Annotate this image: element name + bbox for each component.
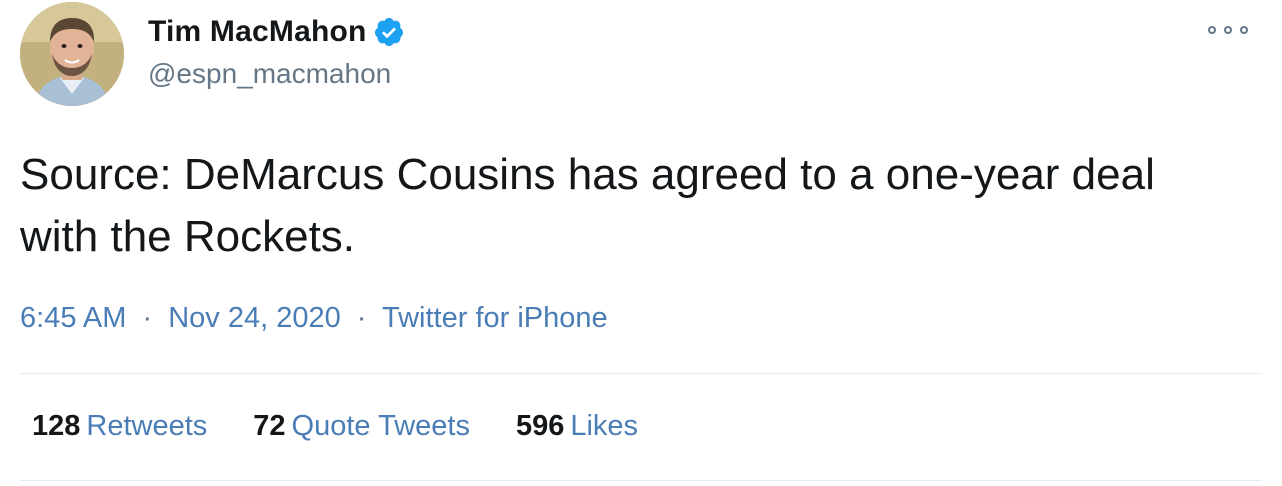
author-avatar[interactable]: [20, 2, 124, 106]
author-handle[interactable]: @espn_macmahon: [148, 58, 391, 90]
tweet-meta: 6:45 AM · Nov 24, 2020 · Twitter for iPh…: [20, 302, 608, 335]
verified-badge-icon: [374, 18, 403, 46]
more-dot: [1208, 26, 1216, 34]
more-dot: [1224, 26, 1232, 34]
meta-separator: ·: [142, 302, 153, 334]
author-display-name[interactable]: Tim MacMahon: [148, 15, 367, 49]
author-name-row[interactable]: Tim MacMahon: [148, 12, 405, 52]
tweet-text: Source: DeMarcus Cousins has agreed to a…: [20, 150, 1155, 261]
quote-tweets-stat[interactable]: 72 Quote Tweets: [253, 410, 470, 443]
tweet-time[interactable]: 6:45 AM: [20, 302, 126, 334]
tweet-source[interactable]: Twitter for iPhone: [382, 302, 608, 334]
quote-tweets-count: 72: [253, 410, 286, 442]
divider: [20, 480, 1262, 481]
tweet-stats: 128 Retweets 72 Quote Tweets 596 Likes: [32, 410, 684, 443]
more-options-icon[interactable]: [1208, 20, 1248, 40]
tweet-date[interactable]: Nov 24, 2020: [168, 302, 341, 334]
meta-separator: ·: [356, 302, 367, 334]
tweet-card: Tim MacMahon @espn_macmahon Source: DeMa…: [0, 0, 1282, 486]
avatar-image: [20, 2, 124, 106]
quote-tweets-label: Quote Tweets: [291, 410, 470, 442]
likes-stat[interactable]: 596 Likes: [516, 410, 638, 443]
likes-label: Likes: [570, 410, 639, 442]
divider: [20, 373, 1262, 374]
retweets-label: Retweets: [86, 410, 208, 442]
likes-count: 596: [515, 410, 565, 442]
retweets-count: 128: [32, 410, 81, 442]
retweets-stat[interactable]: 128 Retweets: [32, 410, 207, 443]
more-dot: [1240, 26, 1248, 34]
